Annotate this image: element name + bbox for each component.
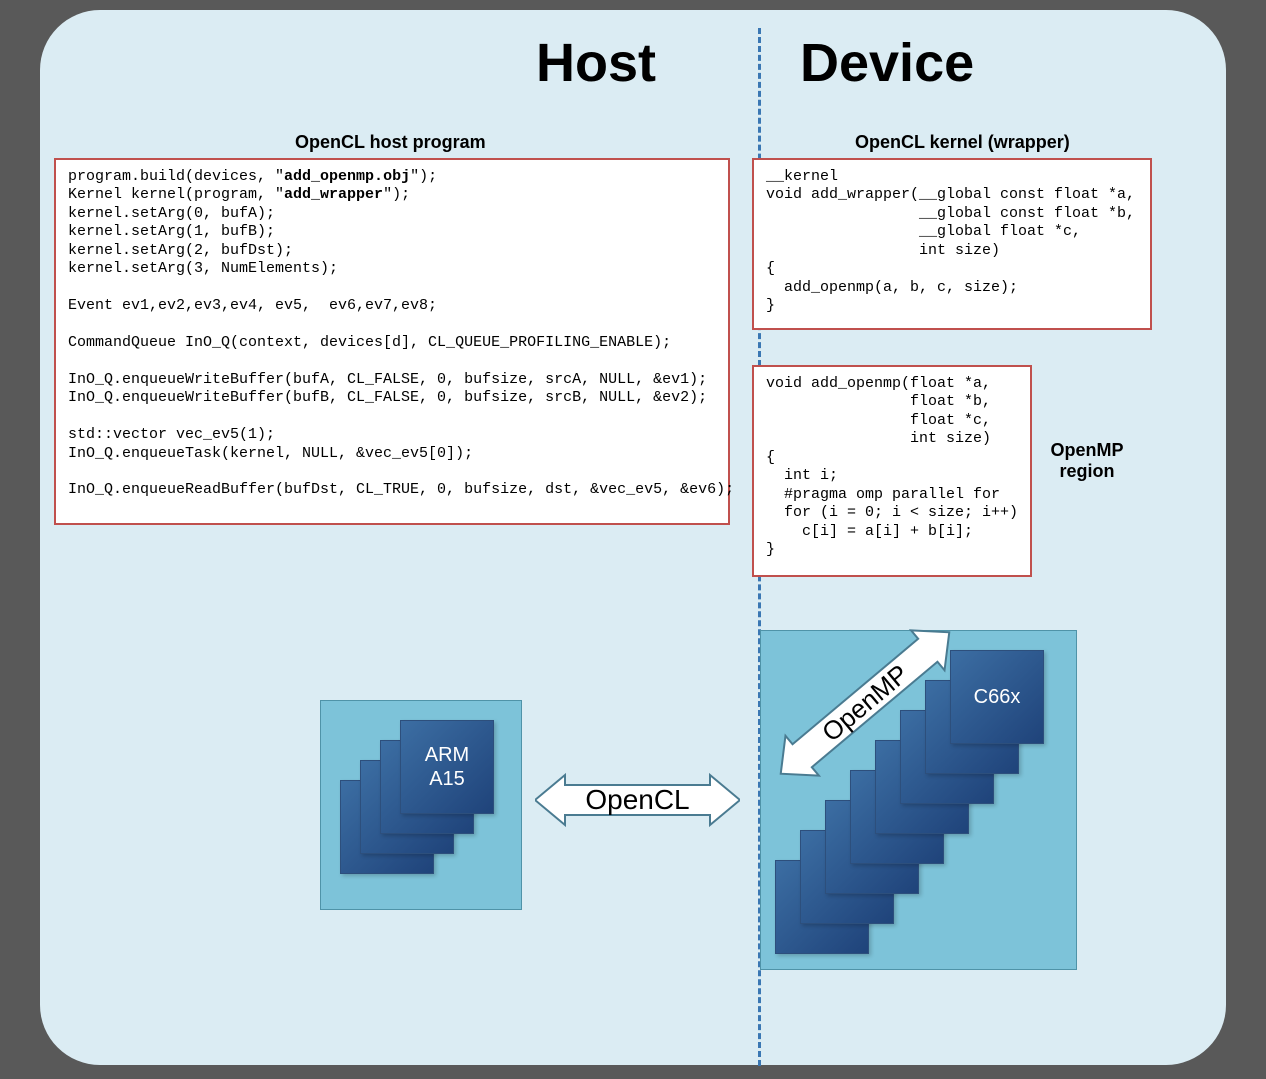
host-code-box: program.build(devices, "add_openmp.obj")… <box>54 158 730 525</box>
openmp-region-label: OpenMP region <box>1042 440 1132 482</box>
panel: Host Device OpenCL host program OpenCL k… <box>40 10 1226 1065</box>
openmp-arrow: OpenMP <box>760 626 970 781</box>
wrapper-code-box: __kernel void add_wrapper(__global const… <box>752 158 1152 330</box>
openmp-code-box: void add_openmp(float *a, float *b, floa… <box>752 365 1032 577</box>
kernel-wrapper-label: OpenCL kernel (wrapper) <box>855 132 1070 153</box>
host-title: Host <box>536 32 656 94</box>
host-program-label: OpenCL host program <box>295 132 486 153</box>
opencl-arrow: OpenCL <box>535 770 740 830</box>
arm-tile-front: ARM A15 <box>400 720 494 814</box>
diagram-root: Host Device OpenCL host program OpenCL k… <box>0 0 1266 1079</box>
device-title: Device <box>800 32 974 94</box>
openmp-arrow-label: OpenMP <box>816 659 914 748</box>
opencl-arrow-label: OpenCL <box>535 770 740 830</box>
